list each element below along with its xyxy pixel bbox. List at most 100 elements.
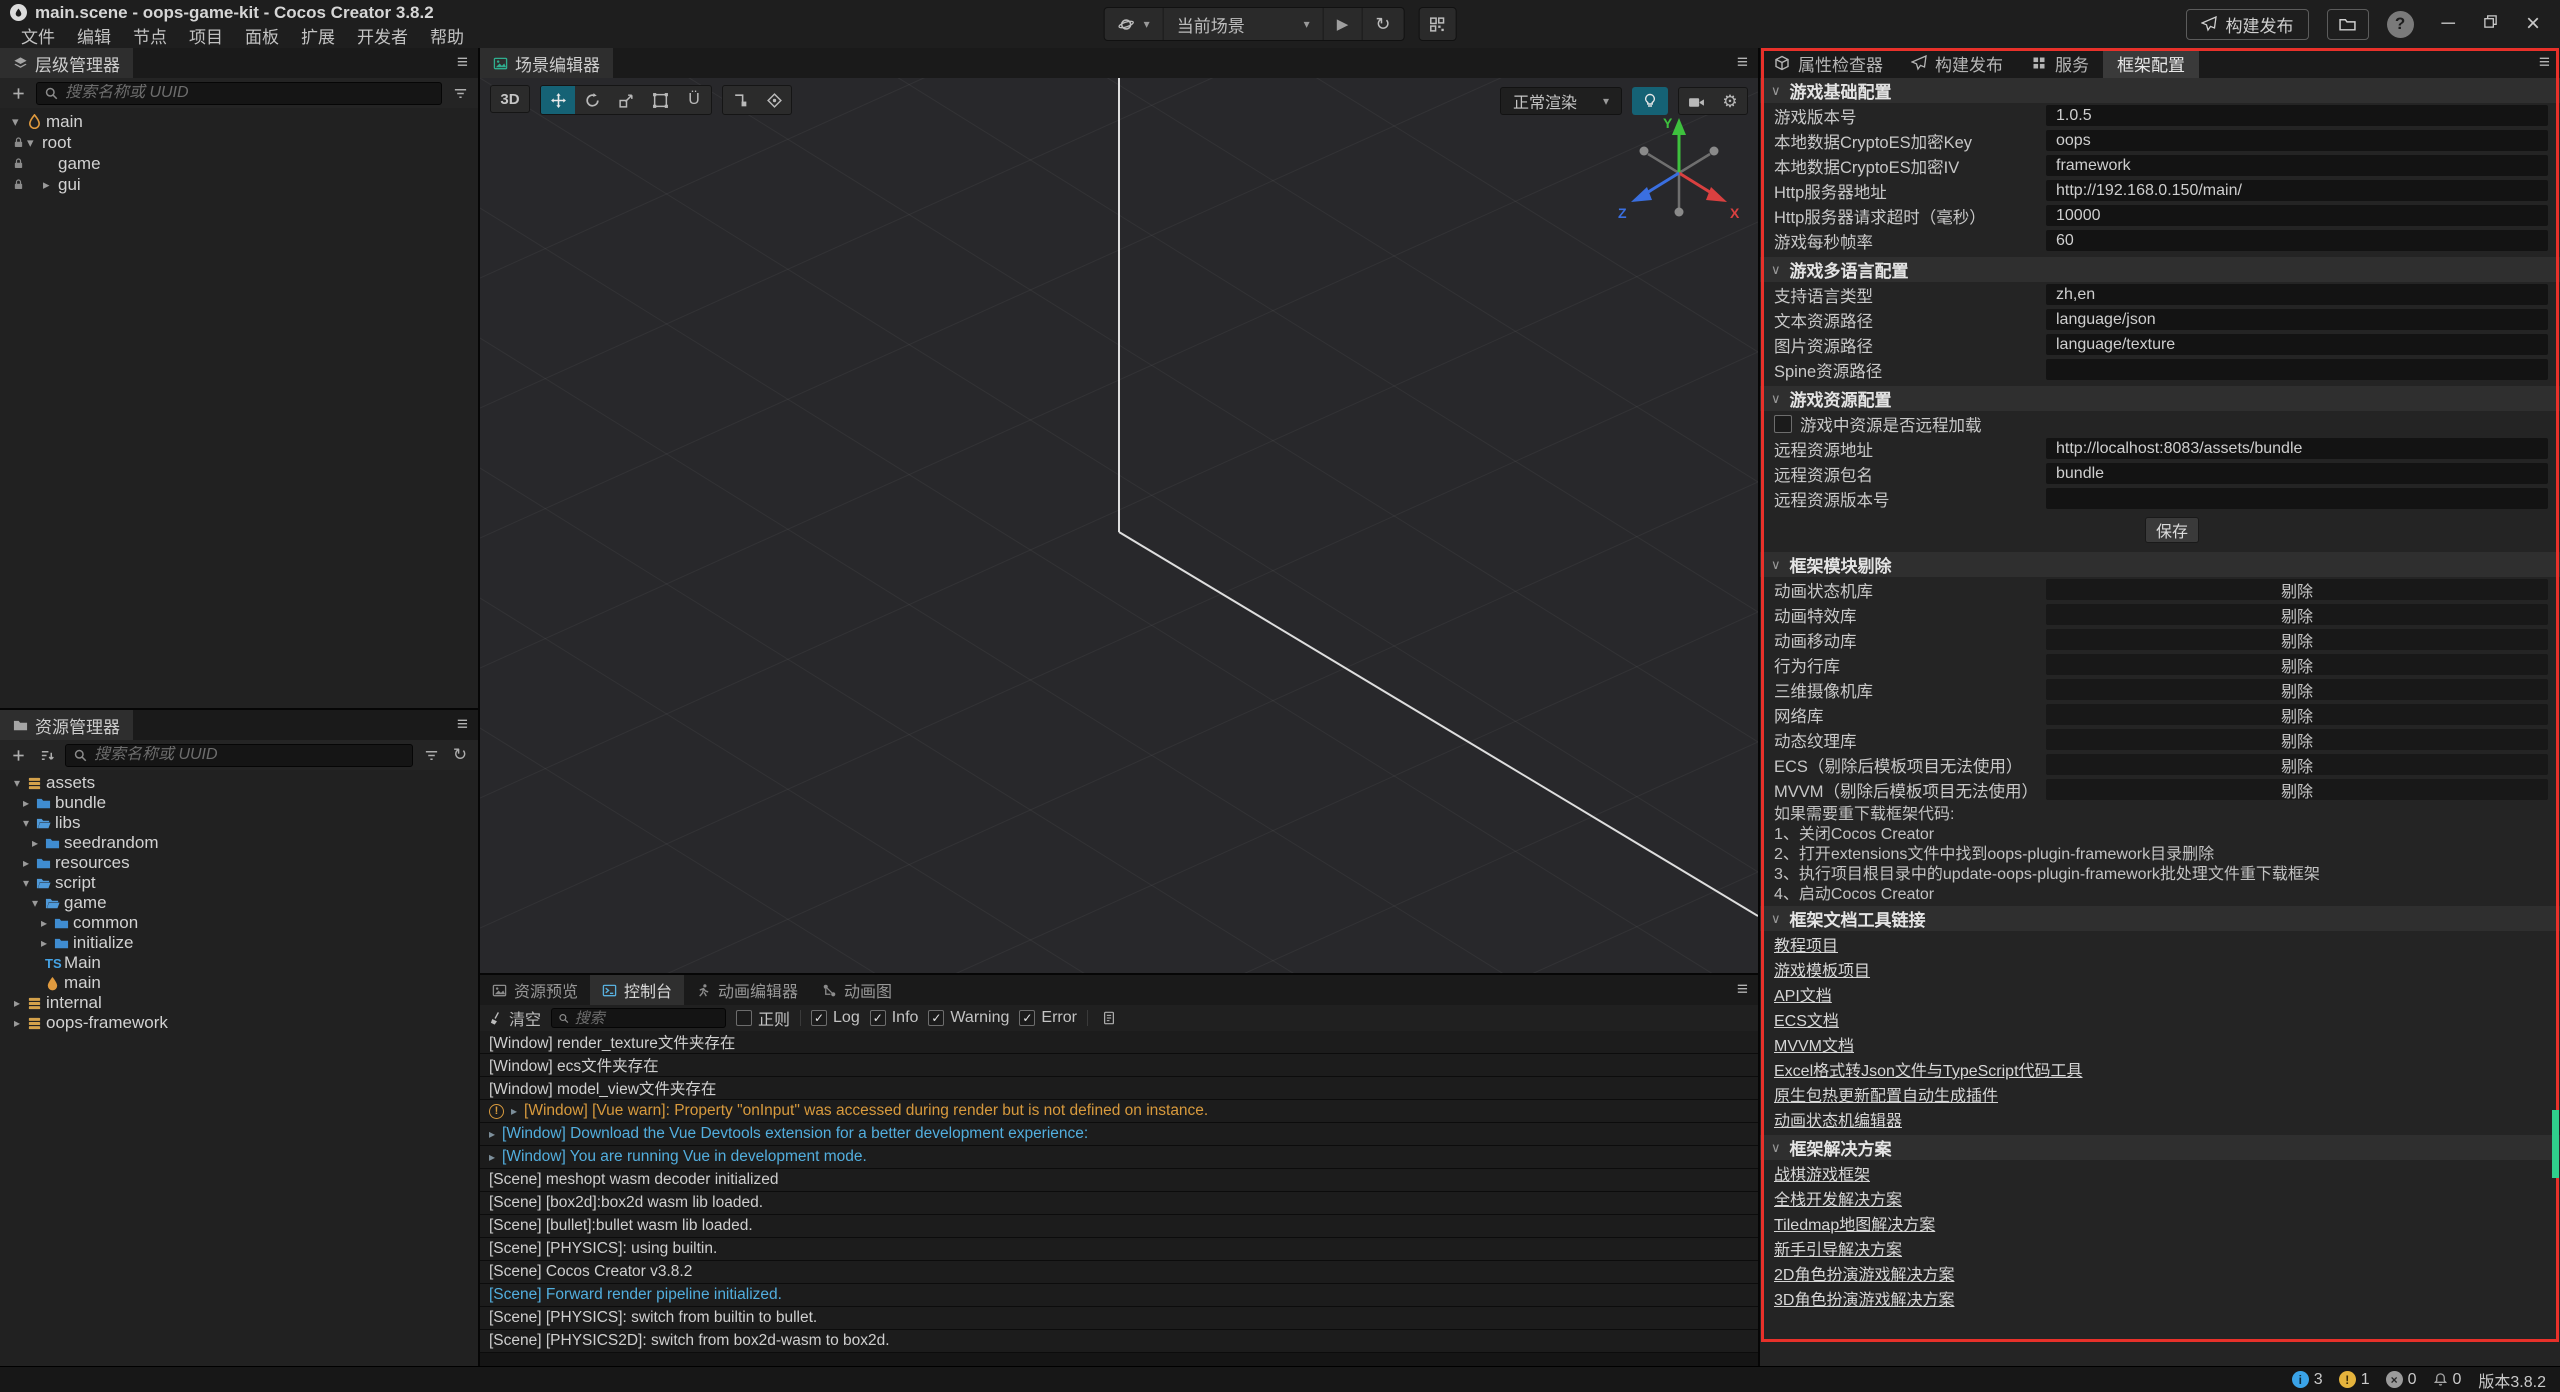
preview-target-dropdown[interactable]: ▾	[1105, 8, 1164, 40]
filter-log-checkbox[interactable]: Log	[811, 1009, 860, 1027]
expand-icon[interactable]	[23, 856, 36, 870]
asset-row-main-scene[interactable]: main	[0, 973, 478, 993]
expand-icon[interactable]	[43, 177, 58, 193]
console-search[interactable]	[551, 1008, 726, 1028]
log-row[interactable]: [Window] ecs文件夹存在	[480, 1054, 1758, 1077]
expand-icon[interactable]: ▸	[489, 1150, 495, 1164]
scene-viewport[interactable]: 3D Ü	[480, 78, 1758, 973]
link-fullstack-solution[interactable]: 全栈开发解决方案	[1774, 1186, 1902, 1210]
link-mvvm-docs[interactable]: MVVM文档	[1774, 1032, 1854, 1056]
link-2drpg-solution[interactable]: 2D角色扮演游戏解决方案	[1774, 1261, 1954, 1285]
create-asset-button[interactable]	[7, 744, 29, 766]
link-api-docs[interactable]: API文档	[1774, 982, 1832, 1006]
panel-menu-icon[interactable]: ≡	[1737, 975, 1748, 1005]
pivot-mode-button[interactable]	[723, 86, 757, 114]
remote-load-checkbox[interactable]: 游戏中资源是否远程加载	[1760, 411, 2560, 436]
expand-icon[interactable]	[23, 876, 36, 890]
node-row-main[interactable]: main	[0, 111, 478, 132]
log-file-button[interactable]	[1098, 1007, 1120, 1029]
log-row[interactable]: [Scene] meshopt wasm decoder initialized	[480, 1169, 1758, 1192]
crypto-iv-input[interactable]	[2046, 155, 2548, 176]
game-version-input[interactable]	[2046, 105, 2548, 126]
asset-row-resources[interactable]: resources	[0, 853, 478, 873]
log-row[interactable]: [Scene] [bullet]:bullet wasm lib loaded.	[480, 1215, 1758, 1238]
asset-row-seedrandom[interactable]: seedrandom	[0, 833, 478, 853]
link-ecs-docs[interactable]: ECS文档	[1774, 1007, 1839, 1031]
expand-icon[interactable]	[32, 836, 45, 850]
log-row[interactable]: [Scene] [PHYSICS]: switch from builtin t…	[480, 1307, 1758, 1330]
asset-row-assets[interactable]: assets	[0, 773, 478, 793]
expand-icon[interactable]	[14, 996, 27, 1010]
node-row-gui[interactable]: gui	[0, 174, 478, 195]
log-row-info[interactable]: ▸ [Window] You are running Vue in develo…	[480, 1146, 1758, 1169]
filter-info-checkbox[interactable]: Info	[870, 1009, 919, 1027]
clear-console-button[interactable]: 清空	[489, 1006, 541, 1030]
expand-icon[interactable]: ▸	[489, 1127, 495, 1141]
scene-selector-dropdown[interactable]: 当前场景 ▾	[1164, 8, 1324, 40]
move-tool-button[interactable]	[541, 86, 575, 114]
link-excel-tool[interactable]: Excel格式转Json文件与TypeScript代码工具	[1774, 1057, 2083, 1081]
texture-path-input[interactable]	[2046, 334, 2548, 355]
log-row[interactable]: [Window] model_view文件夹存在	[480, 1077, 1758, 1100]
tab-property-inspector[interactable]: 属性检查器	[1760, 48, 1897, 78]
error-count[interactable]: × 0	[2386, 1371, 2417, 1389]
expand-icon[interactable]	[23, 816, 36, 830]
asset-row-internal[interactable]: internal	[0, 993, 478, 1013]
render-mode-dropdown[interactable]: 正常渲染 ▾	[1500, 87, 1622, 115]
tab-animation-graph[interactable]: 动画图	[810, 975, 904, 1005]
asset-row-libs[interactable]: libs	[0, 813, 478, 833]
minimize-button[interactable]: ─	[2442, 13, 2455, 35]
regex-checkbox[interactable]: 正则	[736, 1006, 790, 1030]
menu-developer[interactable]: 开发者	[346, 23, 419, 48]
panel-menu-icon[interactable]: ≡	[1737, 48, 1748, 78]
node-row-game[interactable]: game	[0, 153, 478, 174]
expand-icon[interactable]	[23, 796, 36, 810]
expand-icon[interactable]	[41, 936, 54, 950]
assets-search-input[interactable]	[94, 746, 405, 764]
assets-search[interactable]	[65, 744, 413, 767]
tab-asset-preview[interactable]: 资源预览	[480, 975, 590, 1005]
hierarchy-filter-icon[interactable]	[449, 82, 471, 104]
asset-row-game[interactable]: game	[0, 893, 478, 913]
warning-count[interactable]: ! 1	[2339, 1371, 2370, 1389]
menu-help[interactable]: 帮助	[419, 23, 475, 48]
projection-3d-button[interactable]: 3D	[490, 85, 530, 113]
filter-warning-checkbox[interactable]: Warning	[928, 1009, 1009, 1027]
remove-effect-button[interactable]: 剔除	[2046, 604, 2548, 625]
section-solutions[interactable]: 框架解决方案	[1760, 1135, 2560, 1160]
menu-node[interactable]: 节点	[122, 23, 178, 48]
asset-row-main-ts[interactable]: TS Main	[0, 953, 478, 973]
close-button[interactable]: ×	[2526, 10, 2540, 38]
log-row[interactable]: [Scene] [PHYSICS2D]: switch from box2d-w…	[480, 1330, 1758, 1353]
refresh-assets-button[interactable]: ↻	[449, 744, 471, 766]
hierarchy-search[interactable]	[36, 82, 442, 105]
http-timeout-input[interactable]	[2046, 205, 2548, 226]
menu-project[interactable]: 项目	[178, 23, 234, 48]
console-log-list[interactable]: [Window] render_texture文件夹存在 [Window] ec…	[480, 1031, 1758, 1366]
panel-menu-icon[interactable]: ≡	[2539, 48, 2550, 78]
log-row[interactable]: [Scene] Cocos Creator v3.8.2	[480, 1261, 1758, 1284]
orientation-gizmo[interactable]: Y X Z	[1614, 108, 1744, 238]
expand-icon[interactable]	[14, 776, 27, 790]
asset-row-common[interactable]: common	[0, 913, 478, 933]
restore-button[interactable]	[2483, 13, 2498, 35]
link-3drpg-solution[interactable]: 3D角色扮演游戏解决方案	[1774, 1286, 1954, 1310]
link-template-project[interactable]: 游戏模板项目	[1774, 957, 1870, 981]
remote-version-input[interactable]	[2046, 488, 2548, 509]
sort-assets-button[interactable]	[36, 744, 58, 766]
tab-build-publish[interactable]: 构建发布	[1897, 48, 2017, 78]
transform-tool-button[interactable]: Ü	[677, 86, 711, 114]
info-count[interactable]: i 3	[2292, 1371, 2323, 1389]
remove-ecs-button[interactable]: 剔除	[2046, 754, 2548, 775]
menu-extension[interactable]: 扩展	[290, 23, 346, 48]
remove-camera-button[interactable]: 剔除	[2046, 679, 2548, 700]
node-row-root[interactable]: root	[0, 132, 478, 153]
section-module-trim[interactable]: 框架模块剔除	[1760, 552, 2560, 577]
hierarchy-search-input[interactable]	[65, 84, 434, 102]
scrollbar-thumb[interactable]	[2552, 1110, 2559, 1178]
spine-path-input[interactable]	[2046, 359, 2548, 380]
remove-mvvm-button[interactable]: 剔除	[2046, 779, 2548, 800]
remove-network-button[interactable]: 剔除	[2046, 704, 2548, 725]
notification-count[interactable]: 0	[2433, 1371, 2462, 1389]
expand-icon[interactable]	[12, 114, 27, 130]
